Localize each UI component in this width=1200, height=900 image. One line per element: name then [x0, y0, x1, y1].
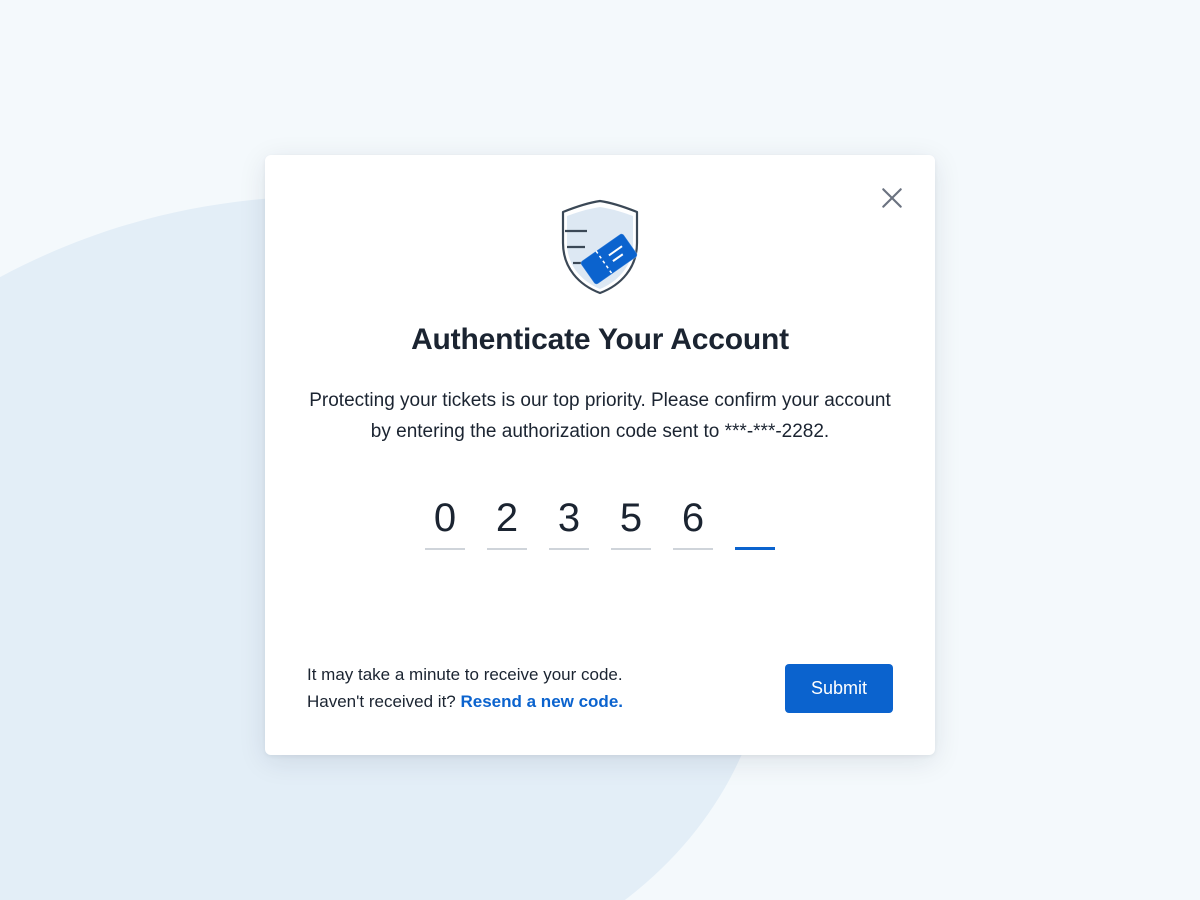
- hint-prompt: Haven't received it?: [307, 692, 461, 711]
- hint-line-1: It may take a minute to receive your cod…: [307, 665, 623, 684]
- modal-title: Authenticate Your Account: [307, 323, 893, 357]
- code-digit-1[interactable]: [425, 496, 465, 550]
- auth-modal: Authenticate Your Account Protecting you…: [265, 155, 935, 755]
- close-icon: [879, 185, 905, 211]
- resend-link[interactable]: Resend a new code.: [461, 692, 624, 711]
- code-input-row: [307, 496, 893, 550]
- modal-footer: It may take a minute to receive your cod…: [307, 662, 893, 715]
- code-digit-2[interactable]: [487, 496, 527, 550]
- code-digit-5[interactable]: [673, 496, 713, 550]
- masked-phone: ***-***-2282.: [725, 421, 830, 442]
- modal-description: Protecting your tickets is our top prior…: [307, 385, 893, 448]
- close-button[interactable]: [879, 185, 905, 211]
- code-digit-6[interactable]: [735, 496, 775, 550]
- code-digit-4[interactable]: [611, 496, 651, 550]
- resend-hint: It may take a minute to receive your cod…: [307, 662, 623, 715]
- submit-button[interactable]: Submit: [785, 664, 893, 713]
- code-digit-3[interactable]: [549, 496, 589, 550]
- shield-ticket-icon: [307, 189, 893, 299]
